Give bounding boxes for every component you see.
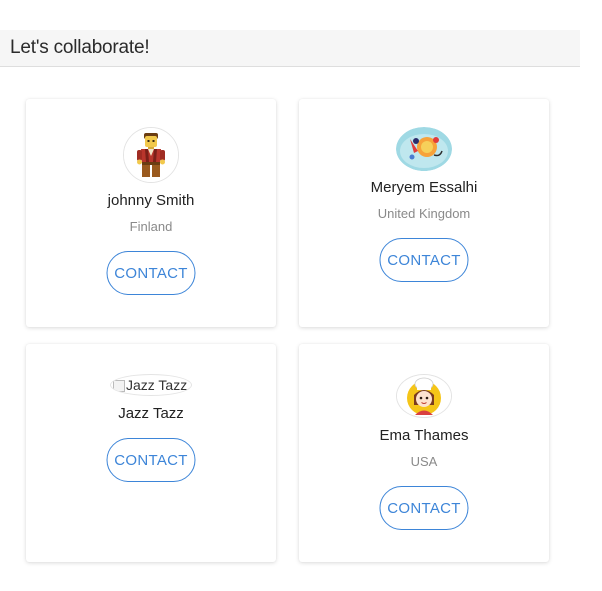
contact-button[interactable]: CONTACT: [379, 238, 469, 282]
contact-card-jazz-tazz: Jazz Tazz Jazz Tazz CONTACT: [26, 344, 276, 562]
broken-image-icon: [113, 380, 125, 393]
page-header: Let's collaborate!: [0, 30, 580, 67]
contact-country: United Kingdom: [377, 206, 471, 221]
avatar-alt-text: Jazz Tazz: [126, 377, 188, 393]
contact-card-ema-thames: Ema Thames USA CONTACT: [299, 344, 549, 562]
contact-name: Jazz Tazz: [118, 405, 184, 422]
page-title: Let's collaborate!: [10, 37, 150, 58]
contact-name: Ema Thames: [379, 427, 469, 444]
contact-button[interactable]: CONTACT: [106, 251, 196, 295]
chef-avatar-icon: [396, 374, 452, 418]
page: Let's collaborate! johnny Smith Finland …: [0, 0, 602, 591]
contact-button[interactable]: CONTACT: [379, 486, 469, 530]
contact-name: johnny Smith: [107, 192, 195, 209]
contact-card-meryem-essalhi: Meryem Essalhi United Kingdom CONTACT: [299, 99, 549, 327]
contact-button[interactable]: CONTACT: [106, 438, 196, 482]
broken-image-avatar-icon: Jazz Tazz: [110, 374, 192, 396]
cartoon-avatar-icon: [396, 127, 452, 171]
lego-figure-avatar-icon: [123, 127, 179, 183]
contact-card-johnny-smith: johnny Smith Finland CONTACT: [26, 99, 276, 327]
contact-country: USA: [410, 454, 438, 469]
contact-country: Finland: [129, 219, 173, 234]
contact-name: Meryem Essalhi: [370, 179, 478, 196]
